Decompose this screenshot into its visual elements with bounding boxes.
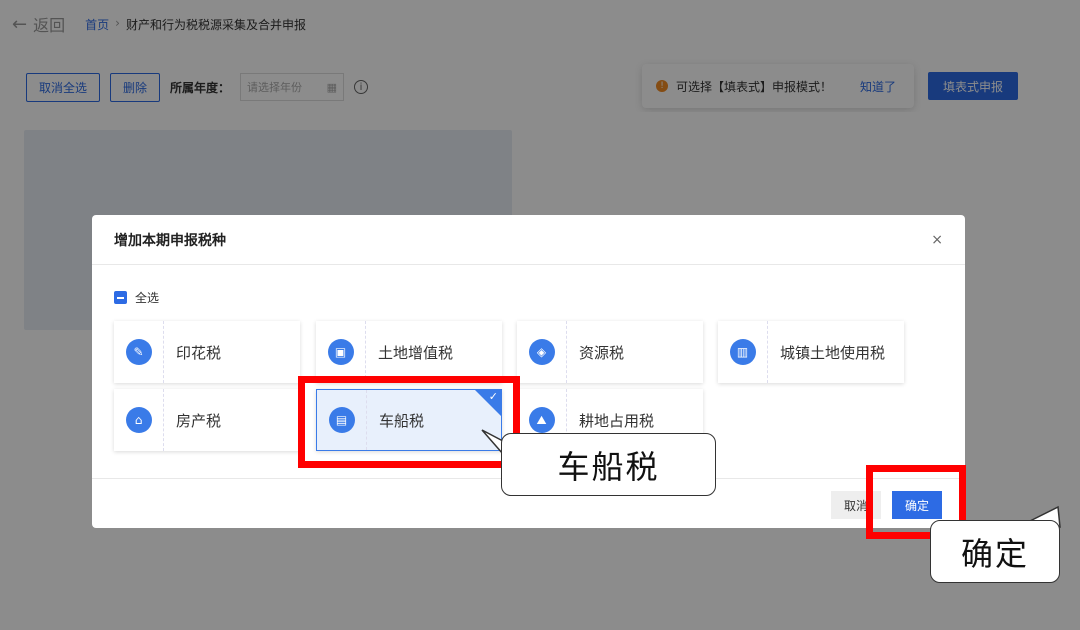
modal-title: 增加本期申报税种 xyxy=(114,232,226,249)
tax-card-stamp[interactable]: ✎ 印花税 xyxy=(114,321,300,383)
close-icon[interactable]: × xyxy=(931,232,943,248)
tax-card-resource[interactable]: ◈ 资源税 xyxy=(517,321,703,383)
callout-confirm: 确定 xyxy=(930,520,1060,583)
tax-card-label: 城镇土地使用税 xyxy=(780,343,886,362)
tax-card-label: 资源税 xyxy=(579,343,625,362)
tax-card-land-value[interactable]: ▣ 土地增值税 xyxy=(316,321,502,383)
resource-icon: ◈ xyxy=(528,339,555,365)
indeterminate-checkbox-icon xyxy=(114,291,127,304)
stamp-icon: ✎ xyxy=(125,339,152,365)
tax-card-urban-land[interactable]: ▥ 城镇土地使用税 xyxy=(718,321,904,383)
building-icon: ▥ xyxy=(729,339,756,365)
tax-card-label: 房产税 xyxy=(176,411,222,430)
tax-card-property[interactable]: ⌂ 房产税 xyxy=(114,389,300,451)
tax-card-label: 耕地占用税 xyxy=(579,411,655,430)
modal-header: 增加本期申报税种 × xyxy=(92,215,965,265)
callout-vehicle-tax: 车船税 xyxy=(501,433,716,496)
select-all-checkbox[interactable]: 全选 xyxy=(114,289,159,306)
land-icon: ▣ xyxy=(327,339,354,365)
select-all-label: 全选 xyxy=(135,291,160,305)
tax-card-label: 印花税 xyxy=(176,343,222,362)
tax-card-label: 土地增值税 xyxy=(378,343,454,362)
house-icon: ⌂ xyxy=(125,407,152,433)
